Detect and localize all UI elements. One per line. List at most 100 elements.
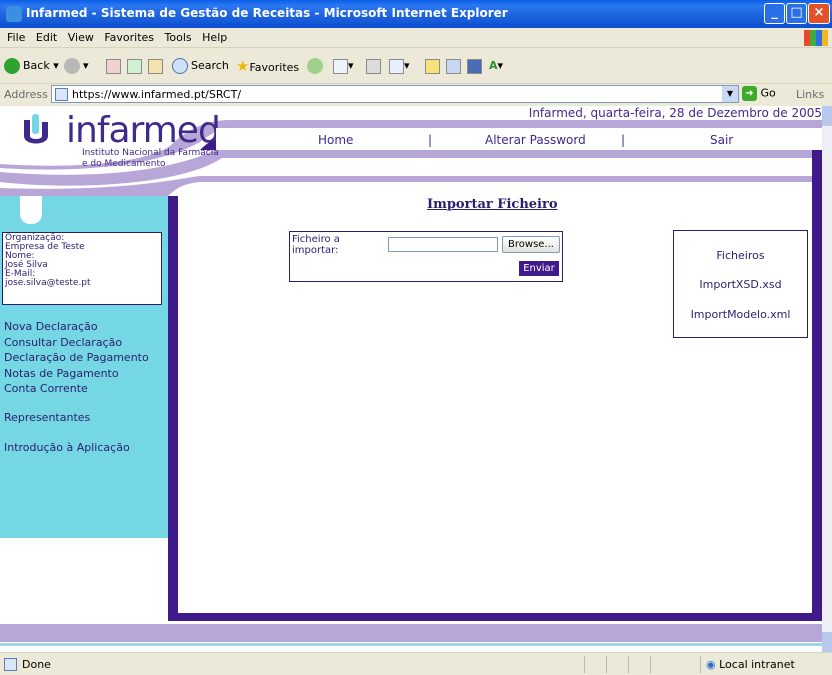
edit-button[interactable]: ▾ bbox=[389, 57, 410, 75]
refresh-button[interactable] bbox=[127, 57, 142, 75]
translate-icon: A bbox=[489, 59, 498, 72]
address-label: Address bbox=[4, 88, 48, 101]
browser-window: Infarmed - Sistema de Gestão de Receitas… bbox=[0, 0, 832, 675]
footer-line bbox=[0, 643, 822, 646]
infarmed-mark-icon bbox=[24, 114, 48, 144]
page-title[interactable]: Importar Ficheiro bbox=[427, 197, 558, 212]
home-icon bbox=[148, 58, 163, 74]
page-icon bbox=[55, 88, 68, 101]
search-button[interactable]: Search bbox=[172, 57, 229, 75]
menu-nova-declaracao[interactable]: Nova Declaração bbox=[4, 320, 98, 333]
menu-tools[interactable]: Tools bbox=[165, 28, 192, 48]
menu-edit[interactable]: Edit bbox=[36, 28, 57, 48]
translate-button[interactable]: A▾ bbox=[489, 57, 503, 75]
logo-subtitle-2: e do Medicamento bbox=[82, 159, 166, 169]
forward-button[interactable]: ▾ bbox=[64, 57, 89, 75]
go-arrow-icon: ➜ bbox=[742, 86, 757, 101]
history-icon bbox=[307, 58, 323, 74]
address-input[interactable]: https://www.infarmed.pt/SRCT/ ▼ bbox=[51, 85, 739, 103]
favorites-label: Favorites bbox=[249, 61, 300, 74]
search-icon bbox=[172, 58, 188, 74]
search-label: Search bbox=[191, 59, 229, 72]
sidebar-divider bbox=[168, 196, 178, 621]
file-link-xsd[interactable]: ImportXSD.xsd bbox=[674, 278, 807, 291]
close-button[interactable]: × bbox=[808, 3, 830, 24]
nav-home[interactable]: Home bbox=[318, 133, 353, 147]
nav-sair[interactable]: Sair bbox=[710, 133, 733, 147]
top-nav: Home | Alterar Password | Sair bbox=[216, 128, 822, 150]
nav-separator: | bbox=[428, 133, 433, 147]
scroll-up-button[interactable] bbox=[822, 106, 832, 126]
menu-notas-pagamento[interactable]: Notas de Pagamento bbox=[4, 367, 119, 380]
menu-view[interactable]: View bbox=[68, 28, 94, 48]
menu-favorites[interactable]: Favorites bbox=[104, 28, 154, 48]
menu-representantes[interactable]: Representantes bbox=[4, 411, 90, 424]
windows-logo-icon bbox=[804, 30, 828, 46]
messenger-button[interactable] bbox=[467, 57, 482, 75]
address-bar: Address https://www.infarmed.pt/SRCT/ ▼ … bbox=[0, 84, 832, 105]
print-button[interactable] bbox=[366, 57, 381, 75]
window-title: Infarmed - Sistema de Gestão de Receitas… bbox=[26, 6, 508, 20]
enviar-button[interactable]: Enviar bbox=[519, 261, 559, 276]
history-button[interactable] bbox=[307, 57, 326, 75]
stop-icon bbox=[106, 58, 121, 74]
page-viewport: Infarmed, quarta-feira, 28 de Dezembro d… bbox=[0, 106, 822, 652]
menu-consultar-declaracao[interactable]: Consultar Declaração bbox=[4, 336, 122, 349]
file-link-xml[interactable]: ImportModelo.xml bbox=[674, 308, 807, 321]
discuss-button[interactable] bbox=[425, 57, 440, 75]
minimize-button[interactable]: _ bbox=[764, 3, 785, 24]
back-button[interactable]: Back ▾ bbox=[4, 57, 59, 75]
mail-button[interactable]: ▾ bbox=[333, 57, 354, 75]
toolbar: Back ▾ ▾ Search ★Favorites ▾ ▾ A▾ bbox=[0, 48, 832, 84]
date-text: Infarmed, quarta-feira, 28 de Dezembro d… bbox=[528, 106, 822, 120]
logo-wordmark: infarmed bbox=[66, 110, 221, 151]
go-button[interactable]: ➜ Go bbox=[742, 86, 776, 101]
folder-icon bbox=[425, 58, 440, 74]
sidebar-blank-area bbox=[0, 538, 168, 624]
scroll-down-button[interactable] bbox=[822, 632, 832, 652]
ie-icon bbox=[6, 6, 22, 22]
back-label: Back bbox=[23, 59, 50, 72]
links-button[interactable]: Links bbox=[796, 88, 824, 101]
email-value: jose.silva@teste.pt bbox=[5, 278, 91, 288]
address-dropdown-icon[interactable]: ▼ bbox=[722, 86, 738, 102]
bottom-border bbox=[168, 613, 822, 621]
status-bar: Done ◉ Local intranet bbox=[0, 652, 832, 675]
file-input[interactable] bbox=[388, 237, 498, 252]
nav-separator: | bbox=[621, 133, 626, 147]
import-form: Ficheiro a importar: Browse... Enviar bbox=[289, 231, 563, 282]
star-icon: ★ bbox=[236, 57, 250, 75]
refresh-icon bbox=[127, 58, 142, 74]
back-arrow-icon bbox=[4, 58, 20, 74]
status-cell bbox=[606, 656, 607, 673]
zone-label: Local intranet bbox=[719, 658, 795, 671]
nav-alterar-password[interactable]: Alterar Password bbox=[485, 133, 586, 147]
forward-arrow-icon bbox=[64, 58, 80, 74]
status-cell bbox=[584, 656, 585, 673]
intranet-globe-icon: ◉ bbox=[706, 658, 716, 671]
browse-button[interactable]: Browse... bbox=[502, 236, 560, 253]
favorites-button[interactable]: ★Favorites bbox=[236, 57, 299, 77]
files-title: Ficheiros bbox=[716, 249, 765, 262]
status-cell bbox=[628, 656, 629, 673]
address-url: https://www.infarmed.pt/SRCT/ bbox=[72, 88, 242, 101]
stop-button[interactable] bbox=[106, 57, 121, 75]
status-text: Done bbox=[22, 658, 51, 671]
home-button[interactable] bbox=[148, 57, 163, 75]
research-icon bbox=[446, 58, 461, 74]
security-zone: ◉ Local intranet bbox=[706, 658, 795, 671]
menu-introducao-aplicacao[interactable]: Introdução à Aplicação bbox=[4, 441, 130, 454]
file-label: Ficheiro a importar: bbox=[292, 234, 340, 256]
vertical-scrollbar[interactable] bbox=[822, 106, 832, 652]
user-info-box: Organização: Empresa de Teste Nome: José… bbox=[2, 232, 162, 305]
menu-file[interactable]: File bbox=[7, 28, 25, 48]
maximize-button[interactable]: □ bbox=[786, 3, 807, 24]
menu-conta-corrente[interactable]: Conta Corrente bbox=[4, 382, 88, 395]
logo-subtitle-1: Instituto Nacional da Farmácia bbox=[82, 148, 219, 158]
print-icon bbox=[366, 58, 381, 74]
menu-declaracao-pagamento[interactable]: Declaração de Pagamento bbox=[4, 351, 149, 364]
menu-help[interactable]: Help bbox=[202, 28, 227, 48]
word-icon bbox=[389, 58, 404, 74]
research-button[interactable] bbox=[446, 57, 461, 75]
files-box: Ficheiros ImportXSD.xsd ImportModelo.xml bbox=[673, 230, 808, 338]
